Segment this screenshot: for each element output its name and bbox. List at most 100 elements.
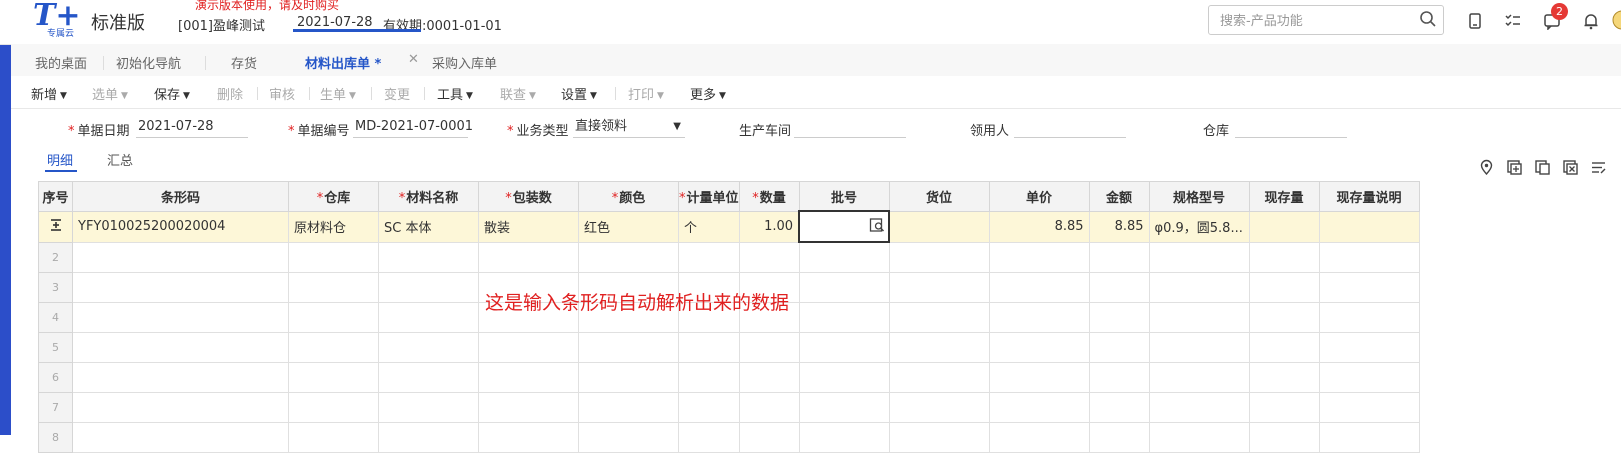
toolbar-divider <box>371 87 372 100</box>
tab-init-nav[interactable]: 初始化导航 <box>116 53 181 72</box>
chevron-down-icon: ▼ <box>60 91 67 101</box>
table-row[interactable]: 5 <box>38 332 1420 363</box>
batch-lookup-icon[interactable] <box>869 217 885 237</box>
doc-date-label: * 单据日期 <box>68 124 130 139</box>
search-icon[interactable] <box>1419 10 1437 32</box>
demo-notice: 演示版本使用，请及时购买 <box>195 0 340 12</box>
location-pin-icon[interactable] <box>1478 159 1495 176</box>
toolbar-divider <box>615 87 616 100</box>
tab-detail[interactable]: 明细 <box>47 150 73 169</box>
toolbar-divider <box>257 87 258 100</box>
warehouse-label: 仓库 <box>1203 124 1230 139</box>
detail-grid: 序号 条形码 *仓库 *材料名称 *包装数 *颜色 *计量单位 *数量 批号 货… <box>38 181 1420 453</box>
column-header[interactable]: 现存量 <box>1248 181 1320 212</box>
add-row-icon[interactable] <box>1506 159 1523 176</box>
cell-warehouse[interactable]: 原材料仓 <box>288 210 379 243</box>
column-header[interactable]: 规格型号 <box>1148 181 1250 212</box>
annotation-note: 这是输入条形码自动解析出来的数据 <box>485 292 790 314</box>
active-tab-indicator <box>293 29 421 32</box>
table-row[interactable]: 6 <box>38 362 1420 393</box>
cell-price[interactable]: 8.85 <box>988 210 1090 243</box>
change-button[interactable]: 变更 <box>384 84 410 103</box>
tab-material-issue[interactable]: 材料出库单 * <box>305 53 381 72</box>
column-header[interactable]: 批号 <box>798 181 890 212</box>
doc-date-field[interactable]: 2021-07-28 <box>136 118 248 138</box>
cell-stock[interactable] <box>1248 210 1320 243</box>
column-header[interactable]: 条形码 <box>72 181 289 212</box>
search-input[interactable] <box>1218 11 1412 31</box>
new-button[interactable]: 新增 ▼ <box>31 84 67 103</box>
cell-unit[interactable]: 个 <box>678 210 740 243</box>
warehouse-field[interactable] <box>1235 118 1347 138</box>
chevron-down-icon: ▼ <box>529 91 536 101</box>
delete-row-icon[interactable] <box>1562 159 1579 176</box>
column-header[interactable]: 金额 <box>1088 181 1150 212</box>
settings-button[interactable]: 设置 ▼ <box>561 84 597 103</box>
tab-inventory[interactable]: 存货 <box>231 53 257 72</box>
print-button[interactable]: 打印 ▼ <box>628 84 664 103</box>
mobile-icon[interactable] <box>1466 12 1484 30</box>
audit-button[interactable]: 审核 <box>269 84 295 103</box>
generate-button[interactable]: 生单 ▼ <box>320 84 356 103</box>
table-row[interactable]: 2 <box>38 241 1420 273</box>
row-number: 3 <box>38 272 73 303</box>
product-search[interactable] <box>1208 5 1444 35</box>
checklist-icon[interactable] <box>1504 12 1522 30</box>
chevron-down-icon: ▼ <box>657 91 664 101</box>
cell-batch-editor[interactable] <box>798 210 891 243</box>
tab-desktop[interactable]: 我的桌面 <box>35 53 87 72</box>
active-subtab-indicator <box>45 170 77 172</box>
row-menu-icon[interactable] <box>38 210 73 243</box>
table-row[interactable]: 8 <box>38 422 1420 453</box>
account-name: [001]盈峰测试 <box>178 19 265 34</box>
cell-material[interactable]: SC 本体 <box>378 210 479 243</box>
delete-button[interactable]: 删除 <box>217 84 243 103</box>
lookup-button[interactable]: 联查 ▼ <box>500 84 536 103</box>
notification-badge: 2 <box>1551 3 1568 20</box>
more-button[interactable]: 更多 ▼ <box>690 84 726 103</box>
select-button[interactable]: 选单 ▼ <box>92 84 128 103</box>
tab-purchase-receipt[interactable]: 采购入库单 <box>432 53 497 72</box>
cell-stock-note[interactable] <box>1318 210 1420 243</box>
row-number: 4 <box>38 302 73 333</box>
save-button[interactable]: 保存 ▼ <box>154 84 190 103</box>
close-icon[interactable]: ✕ <box>408 52 419 67</box>
column-header[interactable]: *仓库 <box>288 181 379 212</box>
toolbar-divider <box>309 87 310 100</box>
table-row[interactable]: YFY010025200020004 原材料仓 SC 本体 散装 红色 个 1.… <box>38 210 1420 243</box>
doc-no-label: * 单据编号 <box>288 124 350 139</box>
column-header[interactable]: *材料名称 <box>378 181 479 212</box>
biz-type-select[interactable]: 直接领料 ▼ <box>573 118 685 138</box>
chevron-down-icon: ▼ <box>349 91 356 101</box>
cell-color[interactable]: 红色 <box>578 210 679 243</box>
avatar[interactable] <box>1610 9 1621 30</box>
cell-amount[interactable]: 8.85 <box>1088 210 1150 243</box>
chevron-down-icon: ▼ <box>590 91 597 101</box>
column-header[interactable]: *计量单位 <box>678 181 740 212</box>
bell-icon[interactable] <box>1582 12 1600 30</box>
column-settings-icon[interactable] <box>1590 159 1607 176</box>
edition-label: 标准版 <box>91 13 145 34</box>
column-header[interactable]: *颜色 <box>578 181 679 212</box>
page-tabs: 我的桌面 初始化导航 存货 材料出库单 * ✕ 采购入库单 <box>11 44 1621 76</box>
column-header[interactable]: 单价 <box>988 181 1090 212</box>
column-header[interactable]: *数量 <box>738 181 800 212</box>
doc-no-field[interactable]: MD-2021-07-0001 <box>353 118 473 138</box>
column-header[interactable]: *包装数 <box>478 181 579 212</box>
chevron-down-icon: ▼ <box>673 121 681 132</box>
cell-location[interactable] <box>888 210 990 243</box>
cell-barcode[interactable]: YFY010025200020004 <box>72 210 289 243</box>
column-header[interactable]: 现存量说明 <box>1318 181 1420 212</box>
tools-button[interactable]: 工具 ▼ <box>437 84 473 103</box>
cell-spec[interactable]: φ0.9，圆5.8... <box>1148 210 1250 243</box>
copy-row-icon[interactable] <box>1534 159 1551 176</box>
workshop-field[interactable] <box>794 118 906 138</box>
cell-qty[interactable]: 1.00 <box>738 210 800 243</box>
chevron-down-icon: ▼ <box>121 91 128 101</box>
column-header[interactable]: 序号 <box>38 181 73 212</box>
tab-summary[interactable]: 汇总 <box>107 150 133 169</box>
table-row[interactable]: 7 <box>38 392 1420 423</box>
cell-package[interactable]: 散装 <box>478 210 579 243</box>
column-header[interactable]: 货位 <box>888 181 990 212</box>
recipient-field[interactable] <box>1014 118 1126 138</box>
